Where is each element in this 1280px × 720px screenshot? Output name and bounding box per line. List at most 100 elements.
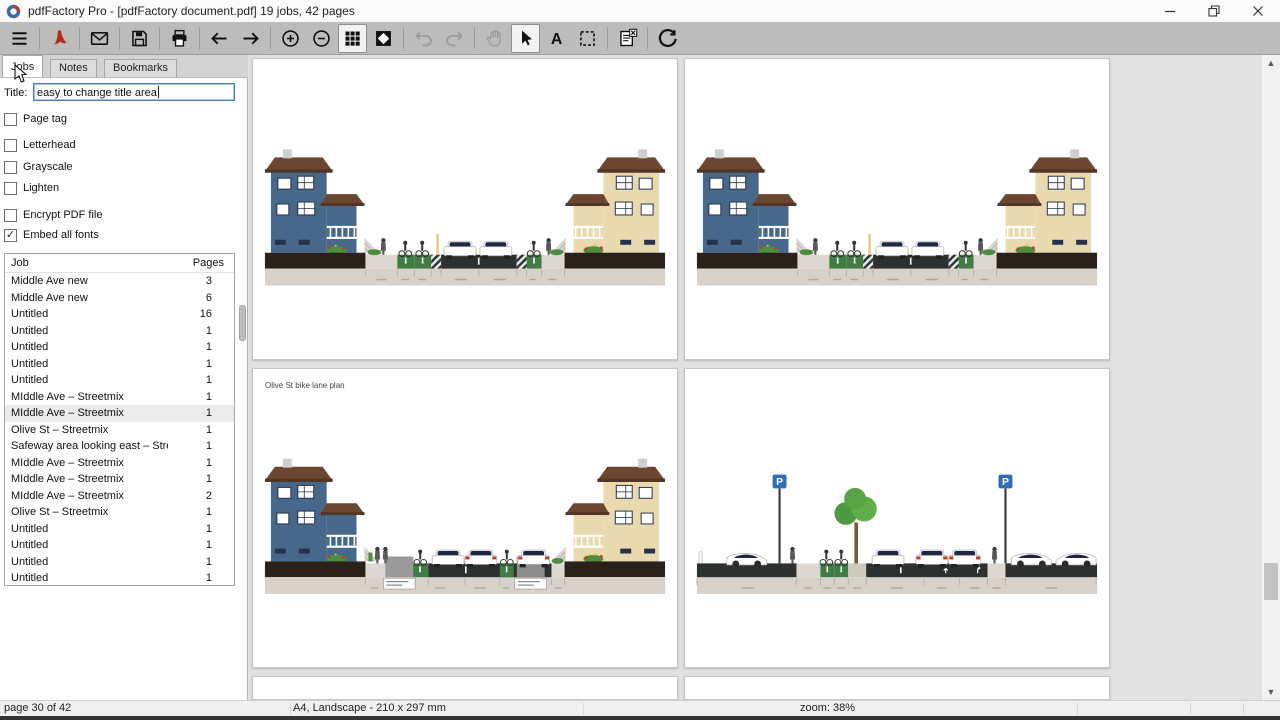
- restore-button[interactable]: [1192, 0, 1236, 22]
- checkbox-row[interactable]: Letterhead: [4, 138, 76, 152]
- scroll-down-arrow[interactable]: ▼: [1262, 684, 1280, 700]
- menu-button[interactable]: [5, 24, 34, 53]
- job-row[interactable]: Untitled16: [5, 306, 234, 323]
- acrobat-icon: [49, 28, 70, 49]
- select-area-button[interactable]: [573, 24, 602, 53]
- refresh-button[interactable]: [653, 24, 682, 53]
- job-row[interactable]: Untitled1: [5, 570, 234, 586]
- hand-tool-button[interactable]: [480, 24, 509, 53]
- job-row[interactable]: Untitled1: [5, 339, 234, 356]
- close-icon: [1252, 5, 1264, 17]
- job-row[interactable]: MIddle Ave – Streetmix1: [5, 405, 234, 422]
- checkbox-label: Lighten: [23, 182, 59, 194]
- job-row[interactable]: Safeway area looking east – Street...1: [5, 438, 234, 455]
- scrollbar-thumb[interactable]: [1264, 563, 1278, 600]
- job-row[interactable]: MIddle Ave – Streetmix2: [5, 488, 234, 505]
- job-name: Untitled: [5, 308, 168, 320]
- job-row[interactable]: MIddle Ave – Streetmix1: [5, 471, 234, 488]
- job-pages: 3: [168, 275, 234, 287]
- job-pages: 16: [168, 308, 234, 320]
- thumbnail-grid-button[interactable]: [338, 24, 367, 53]
- job-name: Middle Ave new: [5, 292, 168, 304]
- job-pages: 1: [168, 374, 234, 386]
- restore-icon: [1208, 5, 1220, 17]
- job-row[interactable]: Untitled1: [5, 356, 234, 373]
- forward-icon: [240, 28, 261, 49]
- minimize-icon: [1164, 5, 1176, 17]
- checkbox-encrypt[interactable]: [4, 209, 17, 222]
- job-list-body: Middle Ave new3Middle Ave new6Untitled16…: [5, 273, 234, 586]
- refresh-icon: [657, 28, 678, 49]
- job-row[interactable]: Untitled1: [5, 521, 234, 538]
- tab-notes[interactable]: Notes: [50, 59, 97, 77]
- checkbox-embed-fonts[interactable]: ✓: [4, 229, 17, 242]
- page-thumbnail-2[interactable]: [684, 58, 1110, 360]
- job-column-header: Job: [5, 257, 180, 269]
- undo-button[interactable]: [409, 24, 438, 53]
- app-icon: [6, 4, 21, 19]
- status-paper-info: A4, Landscape - 210 x 297 mm: [293, 702, 446, 714]
- job-pages: 1: [168, 539, 234, 551]
- zoom-out-button[interactable]: [307, 24, 336, 53]
- job-name: Olive St – Streetmix: [5, 506, 168, 518]
- job-row[interactable]: Middle Ave new3: [5, 273, 234, 290]
- job-pages: 1: [168, 407, 234, 419]
- job-pages: 1: [168, 358, 234, 370]
- job-row[interactable]: Untitled1: [5, 372, 234, 389]
- job-row[interactable]: Olive St – Streetmix1: [5, 422, 234, 439]
- zoom-in-button[interactable]: [276, 24, 305, 53]
- text-tool-button[interactable]: A: [542, 24, 571, 53]
- checkbox-grayscale[interactable]: [4, 161, 17, 174]
- job-row[interactable]: Middle Ave new6: [5, 290, 234, 307]
- sidebar-splitter-handle[interactable]: [239, 305, 246, 341]
- page-thumbnail-6-partial[interactable]: [684, 676, 1110, 700]
- job-name: Untitled: [5, 539, 168, 551]
- checkbox-row[interactable]: Page tag: [4, 112, 67, 126]
- checkbox-row[interactable]: ✓ Embed all fonts: [4, 228, 99, 242]
- select-cursor-button[interactable]: [511, 24, 540, 53]
- back-button[interactable]: [205, 24, 234, 53]
- page-thumbnail-1[interactable]: [252, 58, 678, 360]
- email-button[interactable]: [85, 24, 114, 53]
- job-row[interactable]: Untitled1: [5, 537, 234, 554]
- redo-button[interactable]: [440, 24, 469, 53]
- checkbox-row[interactable]: Encrypt PDF file: [4, 208, 102, 222]
- title-input[interactable]: easy to change title area: [33, 83, 235, 101]
- job-row[interactable]: Untitled1: [5, 554, 234, 571]
- checkbox-label: Encrypt PDF file: [23, 209, 102, 221]
- checkbox-lighten[interactable]: [4, 182, 17, 195]
- checkbox-row[interactable]: Grayscale: [4, 160, 73, 174]
- tab-bookmarks[interactable]: Bookmarks: [104, 59, 177, 77]
- street-scene-art: [253, 369, 677, 667]
- checkbox-page-tag[interactable]: [4, 113, 17, 126]
- job-name: Olive St – Streetmix: [5, 424, 168, 436]
- print-button[interactable]: [165, 24, 194, 53]
- save-button[interactable]: [125, 24, 154, 53]
- scroll-up-arrow[interactable]: ▲: [1262, 55, 1280, 71]
- close-button[interactable]: [1236, 0, 1280, 22]
- job-row[interactable]: Olive St – Streetmix1: [5, 504, 234, 521]
- checkbox-label: Embed all fonts: [23, 229, 99, 241]
- job-row[interactable]: MIddle Ave – Streetmix1: [5, 389, 234, 406]
- delete-note-button[interactable]: [613, 24, 642, 53]
- job-list-header: Job Pages: [5, 254, 234, 273]
- job-row[interactable]: MIddle Ave – Streetmix1: [5, 455, 234, 472]
- page-thumbnail-5-partial[interactable]: [252, 676, 678, 700]
- forward-button[interactable]: [236, 24, 265, 53]
- checkbox-letterhead[interactable]: [4, 139, 17, 152]
- job-name: MIddle Ave – Streetmix: [5, 391, 168, 403]
- fit-page-button[interactable]: [369, 24, 398, 53]
- email-icon: [89, 28, 110, 49]
- print-icon: [169, 28, 190, 49]
- vertical-scrollbar[interactable]: ▲ ▼: [1261, 55, 1280, 700]
- mouse-cursor: [14, 64, 28, 84]
- minimize-button[interactable]: [1148, 0, 1192, 22]
- checkbox-row[interactable]: Lighten: [4, 181, 59, 195]
- page-thumbnail-3[interactable]: Olive St bike lane plan: [252, 368, 678, 668]
- page-thumbnail-4[interactable]: [684, 368, 1110, 668]
- job-pages: 1: [168, 424, 234, 436]
- job-row[interactable]: Untitled1: [5, 323, 234, 340]
- checkbox-label: Grayscale: [23, 161, 73, 173]
- select-area-icon: [577, 28, 598, 49]
- acrobat-button[interactable]: [45, 24, 74, 53]
